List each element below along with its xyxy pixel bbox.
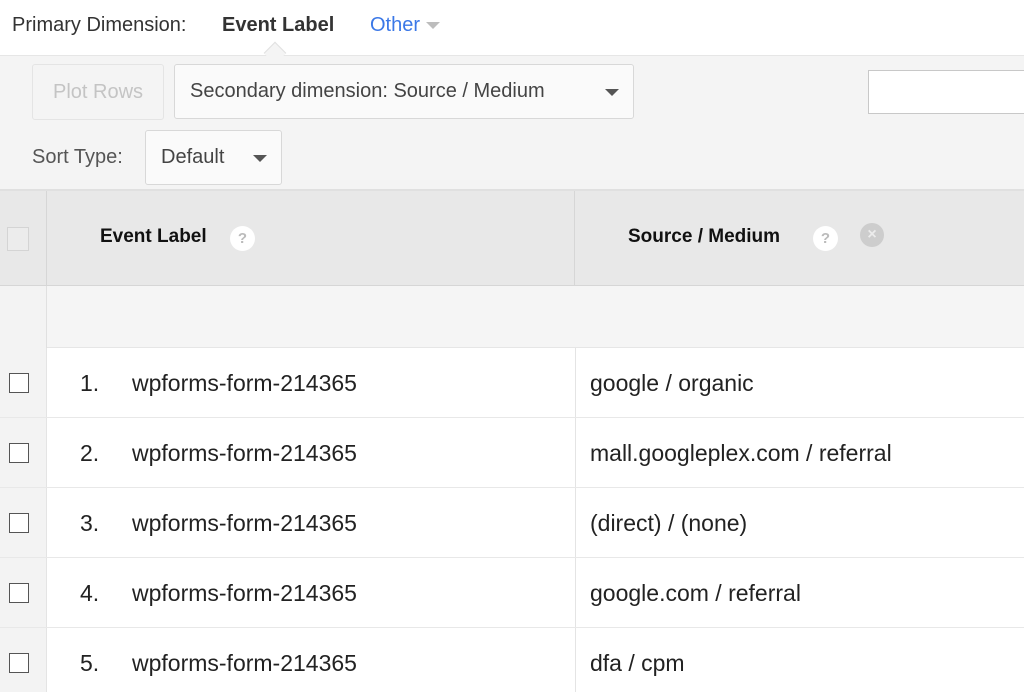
data-table: Event Label ? Source / Medium ? × 1. wpf… — [0, 191, 1024, 692]
header-source-medium-text: Source / Medium — [628, 226, 781, 247]
source-medium-cell[interactable]: dfa / cpm — [590, 650, 685, 677]
event-label-cell[interactable]: wpforms-form-214365 — [132, 440, 357, 467]
table-row: 2. wpforms-form-214365 mall.googleplex.c… — [0, 418, 1024, 488]
secondary-dimension-dropdown[interactable]: Secondary dimension: Source / Medium — [174, 64, 634, 119]
row-checkbox-cell — [0, 418, 47, 487]
header-event-label-text: Event Label — [100, 226, 207, 247]
source-medium-cell[interactable]: (direct) / (none) — [590, 510, 747, 537]
secondary-dimension-label: Secondary dimension: Source / Medium — [190, 80, 545, 102]
primary-dimension-event-label[interactable]: Event Label — [222, 14, 334, 37]
row-number: 4. — [80, 580, 100, 606]
event-label-cell[interactable]: wpforms-form-214365 — [132, 650, 357, 677]
help-icon[interactable]: ? — [230, 226, 255, 251]
row-checkbox[interactable] — [9, 653, 29, 673]
row-checkbox[interactable] — [9, 583, 29, 603]
column-divider — [575, 348, 576, 417]
column-divider — [575, 418, 576, 487]
row-number: 5. — [80, 650, 100, 676]
header-event-label[interactable]: Event Label ? — [47, 191, 575, 286]
event-label-cell[interactable]: wpforms-form-214365 — [132, 510, 357, 537]
event-label-cell[interactable]: wpforms-form-214365 — [132, 580, 357, 607]
totals-row — [0, 286, 1024, 348]
event-label-cell[interactable]: wpforms-form-214365 — [132, 370, 357, 397]
table-row: 3. wpforms-form-214365 (direct) / (none) — [0, 488, 1024, 558]
plot-rows-button[interactable]: Plot Rows — [32, 64, 164, 120]
source-medium-cell[interactable]: mall.googleplex.com / referral — [590, 440, 892, 467]
other-label: Other — [370, 14, 421, 36]
primary-dimension-bar: Primary Dimension: Event Label Other — [0, 0, 1024, 56]
table-controls: Plot Rows Secondary dimension: Source / … — [0, 56, 1024, 191]
chevron-down-icon — [426, 22, 441, 30]
select-all-checkbox[interactable] — [7, 227, 29, 251]
row-checkbox-cell — [0, 628, 47, 692]
totals-checkbox-cell — [0, 286, 47, 348]
table-row: 4. wpforms-form-214365 google.com / refe… — [0, 558, 1024, 628]
chevron-down-icon — [605, 89, 619, 96]
remove-secondary-dimension-icon[interactable]: × — [860, 223, 884, 247]
column-divider — [575, 558, 576, 627]
source-medium-cell[interactable]: google / organic — [590, 370, 754, 397]
table-search-input[interactable] — [868, 70, 1024, 114]
sort-type-dropdown[interactable]: Default — [145, 130, 282, 185]
row-number: 3. — [80, 510, 100, 536]
column-divider — [575, 488, 576, 557]
row-checkbox[interactable] — [9, 513, 29, 533]
table-header: Event Label ? Source / Medium ? × — [0, 191, 1024, 286]
table-row: 5. wpforms-form-214365 dfa / cpm — [0, 628, 1024, 692]
primary-dimension-label: Primary Dimension: — [12, 14, 187, 36]
sort-type-label: Sort Type: — [32, 146, 123, 168]
header-checkbox-cell — [0, 191, 47, 286]
primary-dimension-other-dropdown[interactable]: Other — [370, 14, 441, 37]
column-divider — [575, 628, 576, 692]
header-source-medium[interactable]: Source / Medium ? × — [575, 191, 1024, 286]
help-icon[interactable]: ? — [813, 226, 838, 251]
row-number: 1. — [80, 370, 100, 396]
source-medium-cell[interactable]: google.com / referral — [590, 580, 801, 607]
sort-type-value: Default — [161, 146, 225, 168]
row-checkbox[interactable] — [9, 443, 29, 463]
row-checkbox[interactable] — [9, 373, 29, 393]
row-checkbox-cell — [0, 488, 47, 557]
row-checkbox-cell — [0, 558, 47, 627]
chevron-down-icon — [253, 155, 267, 162]
table-row: 1. wpforms-form-214365 google / organic — [0, 348, 1024, 418]
row-number: 2. — [80, 440, 100, 466]
row-checkbox-cell — [0, 348, 47, 417]
